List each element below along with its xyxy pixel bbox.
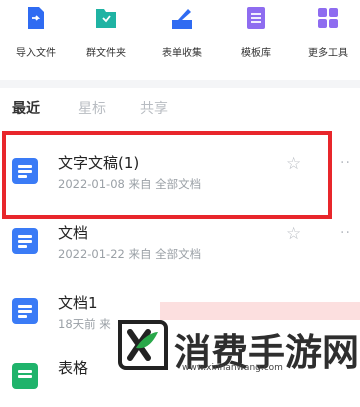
tool-label: 表单收集 — [162, 48, 202, 59]
star-icon[interactable]: ☆ — [286, 224, 301, 244]
doc-icon — [12, 298, 38, 324]
watermark: 消费手游网 www.xinnanwang.com — [112, 318, 360, 377]
file-title: 表格 — [58, 359, 89, 377]
tool-label: 模板库 — [241, 48, 271, 59]
import-file-button[interactable]: 导入文件 — [0, 0, 72, 70]
file-row[interactable]: 文档 2022-01-22 来自 全部文档 ☆ ·· — [0, 210, 360, 272]
watermark-url: www.xinnanwang.com — [182, 363, 283, 373]
form-collect-button[interactable]: 表单收集 — [146, 0, 218, 70]
file-meta: 18天前 来 — [58, 317, 111, 331]
import-file-icon — [28, 7, 44, 29]
tab-shared[interactable]: 共享 — [140, 98, 168, 118]
tool-label: 更多工具 — [308, 48, 348, 59]
highlight-box — [2, 131, 332, 219]
section-divider — [0, 80, 360, 88]
more-icon[interactable]: ·· — [340, 155, 351, 171]
doc-icon — [12, 228, 38, 254]
group-folder-button[interactable]: 群文件夹 — [70, 0, 142, 70]
file-tabs: 最近 星标 共享 — [0, 88, 360, 128]
tab-recent[interactable]: 最近 — [12, 98, 40, 118]
watermark-logo-icon — [118, 320, 168, 370]
group-folder-icon — [96, 9, 116, 28]
form-collect-icon — [172, 9, 192, 29]
tool-label: 群文件夹 — [86, 48, 126, 59]
file-title: 文档1 — [58, 294, 98, 312]
file-meta: 2022-01-22 来自 全部文档 — [58, 247, 202, 261]
tool-label: 导入文件 — [16, 48, 56, 59]
template-library-icon — [247, 7, 265, 29]
more-tools-button[interactable]: 更多工具 — [292, 0, 360, 70]
file-title: 文档 — [58, 224, 89, 242]
more-icon[interactable]: ·· — [340, 225, 351, 241]
tab-starred[interactable]: 星标 — [78, 98, 106, 118]
more-tools-icon — [318, 8, 338, 28]
template-library-button[interactable]: 模板库 — [220, 0, 292, 70]
quick-tools-bar: 导入文件 群文件夹 表单收集 模板库 更多工具 — [0, 0, 360, 80]
sheet-icon — [12, 363, 38, 389]
